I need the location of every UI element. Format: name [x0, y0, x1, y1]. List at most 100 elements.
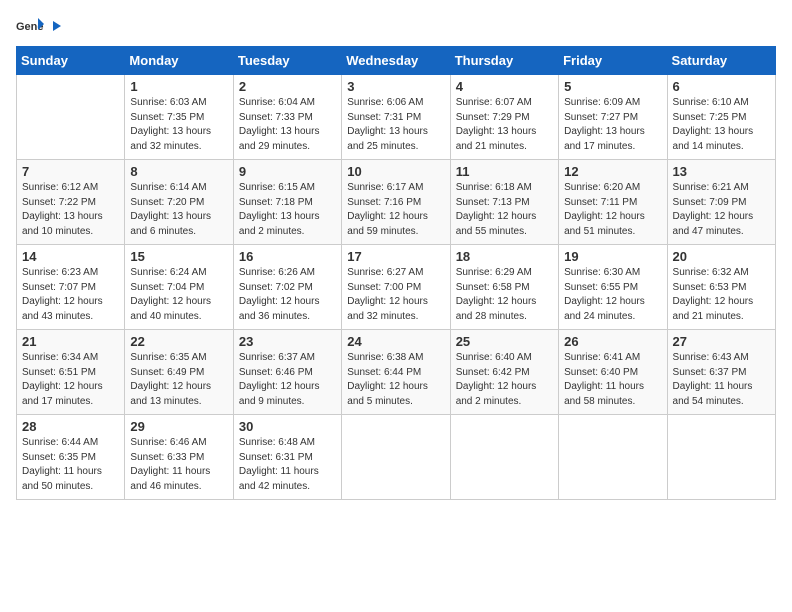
day-info: Sunrise: 6:04 AM Sunset: 7:33 PM Dayligh…: [239, 96, 336, 154]
day-info: Sunrise: 6:21 AM Sunset: 7:09 PM Dayligh…: [673, 181, 770, 239]
day-info: Sunrise: 6:34 AM Sunset: 6:51 PM Dayligh…: [22, 351, 119, 409]
day-info: Sunrise: 6:15 AM Sunset: 7:18 PM Dayligh…: [239, 181, 336, 239]
day-info: Sunrise: 6:32 AM Sunset: 6:53 PM Dayligh…: [673, 266, 770, 324]
calendar-day-cell: 7 Sunrise: 6:12 AM Sunset: 7:22 PM Daylig…: [17, 160, 125, 245]
day-number: 15: [130, 249, 227, 264]
calendar-day-cell: 16Sunrise: 6:26 AM Sunset: 7:02 PM Dayli…: [233, 245, 341, 330]
day-number: 25: [456, 334, 553, 349]
weekday-header-monday: Monday: [125, 47, 233, 75]
calendar-day-cell: 18 Sunrise: 6:29 AM Sunset: 6:58 PM Dayli…: [450, 245, 558, 330]
calendar-day-cell: 3 Sunrise: 6:06 AM Sunset: 7:31 PM Daylig…: [342, 75, 450, 160]
day-number: 7: [22, 164, 119, 179]
day-number: 8: [130, 164, 227, 179]
day-number: 27: [673, 334, 770, 349]
day-info: Sunrise: 6:30 AM Sunset: 6:55 PM Dayligh…: [564, 266, 661, 324]
calendar-week-row: 1 Sunrise: 6:03 AM Sunset: 7:35 PM Daylig…: [17, 75, 776, 160]
day-info: Sunrise: 6:38 AM Sunset: 6:44 PM Dayligh…: [347, 351, 444, 409]
day-info: Sunrise: 6:20 AM Sunset: 7:11 PM Dayligh…: [564, 181, 661, 239]
calendar-day-cell: 17 Sunrise: 6:27 AM Sunset: 7:00 PM Dayli…: [342, 245, 450, 330]
day-info: Sunrise: 6:10 AM Sunset: 7:25 PM Dayligh…: [673, 96, 770, 154]
day-info: Sunrise: 6:40 AM Sunset: 6:42 PM Dayligh…: [456, 351, 553, 409]
calendar-week-row: 14 Sunrise: 6:23 AM Sunset: 7:07 PM Dayli…: [17, 245, 776, 330]
day-info: Sunrise: 6:07 AM Sunset: 7:29 PM Dayligh…: [456, 96, 553, 154]
calendar-day-cell: 26 Sunrise: 6:41 AM Sunset: 6:40 PM Dayli…: [559, 330, 667, 415]
day-info: Sunrise: 6:12 AM Sunset: 7:22 PM Dayligh…: [22, 181, 119, 239]
calendar-day-cell: 11 Sunrise: 6:18 AM Sunset: 7:13 PM Dayli…: [450, 160, 558, 245]
day-number: 11: [456, 164, 553, 179]
calendar-day-cell: 22 Sunrise: 6:35 AM Sunset: 6:49 PM Dayli…: [125, 330, 233, 415]
day-number: 20: [673, 249, 770, 264]
day-info: Sunrise: 6:27 AM Sunset: 7:00 PM Dayligh…: [347, 266, 444, 324]
calendar-day-cell: 20 Sunrise: 6:32 AM Sunset: 6:53 PM Dayli…: [667, 245, 775, 330]
day-info: Sunrise: 6:18 AM Sunset: 7:13 PM Dayligh…: [456, 181, 553, 239]
day-info: Sunrise: 6:14 AM Sunset: 7:20 PM Dayligh…: [130, 181, 227, 239]
calendar-day-cell: 10 Sunrise: 6:17 AM Sunset: 7:16 PM Dayli…: [342, 160, 450, 245]
calendar-day-cell: 9Sunrise: 6:15 AM Sunset: 7:18 PM Daylig…: [233, 160, 341, 245]
weekday-header-thursday: Thursday: [450, 47, 558, 75]
calendar-week-row: 7 Sunrise: 6:12 AM Sunset: 7:22 PM Daylig…: [17, 160, 776, 245]
calendar-week-row: 28Sunrise: 6:44 AM Sunset: 6:35 PM Dayli…: [17, 415, 776, 500]
day-number: 23: [239, 334, 336, 349]
calendar-day-cell: 13Sunrise: 6:21 AM Sunset: 7:09 PM Dayli…: [667, 160, 775, 245]
weekday-header-row: SundayMondayTuesdayWednesdayThursdayFrid…: [17, 47, 776, 75]
calendar-week-row: 21Sunrise: 6:34 AM Sunset: 6:51 PM Dayli…: [17, 330, 776, 415]
calendar-day-cell: [559, 415, 667, 500]
day-info: Sunrise: 6:26 AM Sunset: 7:02 PM Dayligh…: [239, 266, 336, 324]
calendar-day-cell: 15 Sunrise: 6:24 AM Sunset: 7:04 PM Dayli…: [125, 245, 233, 330]
day-info: Sunrise: 6:41 AM Sunset: 6:40 PM Dayligh…: [564, 351, 661, 409]
calendar-day-cell: 5 Sunrise: 6:09 AM Sunset: 7:27 PM Daylig…: [559, 75, 667, 160]
day-number: 28: [22, 419, 119, 434]
calendar-day-cell: 8 Sunrise: 6:14 AM Sunset: 7:20 PM Daylig…: [125, 160, 233, 245]
day-info: Sunrise: 6:29 AM Sunset: 6:58 PM Dayligh…: [456, 266, 553, 324]
weekday-header-sunday: Sunday: [17, 47, 125, 75]
calendar-day-cell: 30Sunrise: 6:48 AM Sunset: 6:31 PM Dayli…: [233, 415, 341, 500]
logo-icon: General: [16, 16, 44, 38]
day-number: 26: [564, 334, 661, 349]
calendar-day-cell: 23 Sunrise: 6:37 AM Sunset: 6:46 PM Dayli…: [233, 330, 341, 415]
calendar-day-cell: 4 Sunrise: 6:07 AM Sunset: 7:29 PM Daylig…: [450, 75, 558, 160]
day-info: Sunrise: 6:24 AM Sunset: 7:04 PM Dayligh…: [130, 266, 227, 324]
day-info: Sunrise: 6:23 AM Sunset: 7:07 PM Dayligh…: [22, 266, 119, 324]
calendar-day-cell: 28Sunrise: 6:44 AM Sunset: 6:35 PM Dayli…: [17, 415, 125, 500]
calendar-day-cell: 27 Sunrise: 6:43 AM Sunset: 6:37 PM Dayli…: [667, 330, 775, 415]
day-number: 24: [347, 334, 444, 349]
calendar-day-cell: 24 Sunrise: 6:38 AM Sunset: 6:44 PM Dayli…: [342, 330, 450, 415]
day-info: Sunrise: 6:43 AM Sunset: 6:37 PM Dayligh…: [673, 351, 770, 409]
day-info: Sunrise: 6:35 AM Sunset: 6:49 PM Dayligh…: [130, 351, 227, 409]
day-number: 5: [564, 79, 661, 94]
day-number: 1: [130, 79, 227, 94]
weekday-header-wednesday: Wednesday: [342, 47, 450, 75]
calendar-day-cell: 21Sunrise: 6:34 AM Sunset: 6:51 PM Dayli…: [17, 330, 125, 415]
day-info: Sunrise: 6:03 AM Sunset: 7:35 PM Dayligh…: [130, 96, 227, 154]
day-number: 4: [456, 79, 553, 94]
calendar-day-cell: [667, 415, 775, 500]
day-info: Sunrise: 6:06 AM Sunset: 7:31 PM Dayligh…: [347, 96, 444, 154]
day-number: 18: [456, 249, 553, 264]
day-info: Sunrise: 6:09 AM Sunset: 7:27 PM Dayligh…: [564, 96, 661, 154]
day-number: 10: [347, 164, 444, 179]
day-number: 14: [22, 249, 119, 264]
weekday-header-friday: Friday: [559, 47, 667, 75]
weekday-header-tuesday: Tuesday: [233, 47, 341, 75]
day-number: 22: [130, 334, 227, 349]
day-number: 2: [239, 79, 336, 94]
calendar-day-cell: 29 Sunrise: 6:46 AM Sunset: 6:33 PM Dayli…: [125, 415, 233, 500]
calendar-day-cell: 6 Sunrise: 6:10 AM Sunset: 7:25 PM Daylig…: [667, 75, 775, 160]
calendar-day-cell: [342, 415, 450, 500]
day-number: 3: [347, 79, 444, 94]
day-number: 29: [130, 419, 227, 434]
calendar-day-cell: 2 Sunrise: 6:04 AM Sunset: 7:33 PM Daylig…: [233, 75, 341, 160]
day-number: 17: [347, 249, 444, 264]
calendar-day-cell: 19Sunrise: 6:30 AM Sunset: 6:55 PM Dayli…: [559, 245, 667, 330]
weekday-header-saturday: Saturday: [667, 47, 775, 75]
page-header: General: [16, 16, 776, 38]
day-info: Sunrise: 6:17 AM Sunset: 7:16 PM Dayligh…: [347, 181, 444, 239]
day-info: Sunrise: 6:37 AM Sunset: 6:46 PM Dayligh…: [239, 351, 336, 409]
day-info: Sunrise: 6:46 AM Sunset: 6:33 PM Dayligh…: [130, 436, 227, 494]
logo: General: [16, 16, 63, 38]
day-number: 6: [673, 79, 770, 94]
calendar-day-cell: 25 Sunrise: 6:40 AM Sunset: 6:42 PM Dayli…: [450, 330, 558, 415]
calendar-table: SundayMondayTuesdayWednesdayThursdayFrid…: [16, 46, 776, 500]
logo-arrow-icon: [49, 19, 63, 33]
calendar-day-cell: [450, 415, 558, 500]
